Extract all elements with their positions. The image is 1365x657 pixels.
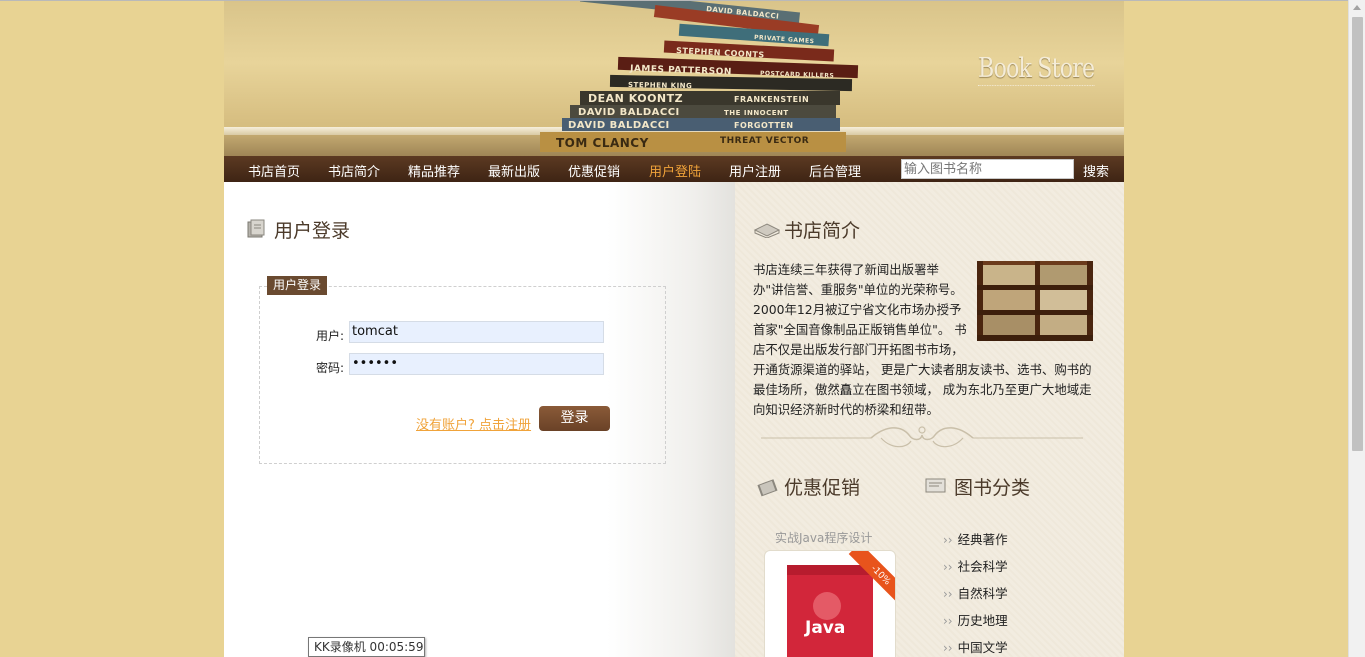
promo-title: 优惠促销 xyxy=(784,477,861,499)
bookshelf-image xyxy=(977,261,1093,341)
double-chevron-icon: ›› xyxy=(943,560,953,574)
scroll-up-icon[interactable] xyxy=(1353,5,1361,10)
nav-item-recommended[interactable]: 精品推荐 xyxy=(408,161,460,180)
recorder-overlay: KK录像机 00:05:59 xyxy=(308,637,425,657)
brand-logo: Book Store xyxy=(978,53,1095,86)
category-item[interactable]: ›› 历史地理 xyxy=(943,610,1008,629)
header-banner: DAVID BALDACCI PRIVATE GAMES STEPHEN COO… xyxy=(224,1,1124,156)
page-container: DAVID BALDACCI PRIVATE GAMES STEPHEN COO… xyxy=(224,1,1124,657)
nav-item-home[interactable]: 书店首页 xyxy=(248,161,300,180)
book-spine-label: DEAN KOONTZ xyxy=(588,92,683,105)
tag-icon xyxy=(757,479,778,497)
category-label: 自然科学 xyxy=(957,586,1008,601)
password-label: 密码: xyxy=(316,361,345,375)
main-nav: 书店首页 书店简介 精品推荐 最新出版 优惠促销 用户登陆 用户注册 后台管理 … xyxy=(224,156,1124,182)
login-form-legend: 用户登录 xyxy=(267,276,328,295)
book-spine-label: THREAT VECTOR xyxy=(720,136,809,146)
open-book-icon xyxy=(753,223,781,238)
login-button[interactable]: 登录 xyxy=(539,406,610,431)
promo-book-card[interactable]: Java -10% xyxy=(764,550,896,657)
folder-icon xyxy=(925,478,946,493)
double-chevron-icon: ›› xyxy=(943,641,953,655)
nav-item-promotions[interactable]: 优惠促销 xyxy=(568,161,620,180)
book-spine-label: FRANKENSTEIN xyxy=(734,95,809,104)
category-item[interactable]: ›› 经典著作 xyxy=(943,529,1008,548)
book-spine-label: TOM CLANCY xyxy=(556,136,649,150)
nav-item-admin[interactable]: 后台管理 xyxy=(809,161,861,180)
password-input[interactable]: •••••• xyxy=(349,353,604,375)
promo-book-cover: Java -10% xyxy=(787,551,895,657)
nav-item-register[interactable]: 用户注册 xyxy=(729,161,781,180)
nav-item-about[interactable]: 书店简介 xyxy=(328,161,380,180)
sidebar: 书店简介 书店连续三年获得了新闻出版署举办"讲信誉、重服务"单位的光荣称号。 2… xyxy=(735,182,1124,657)
promo-book-title[interactable]: 实战Java程序设计 xyxy=(775,529,907,546)
nav-item-login[interactable]: 用户登陆 xyxy=(649,161,701,180)
book-icon xyxy=(247,219,265,238)
intro-title: 书店简介 xyxy=(784,220,861,242)
nav-item-new-releases[interactable]: 最新出版 xyxy=(488,161,540,180)
category-label: 中国文学 xyxy=(957,640,1008,655)
double-chevron-icon: ›› xyxy=(943,533,953,547)
username-input[interactable]: tomcat xyxy=(349,321,604,343)
category-item[interactable]: ›› 社会科学 xyxy=(943,556,1008,575)
category-label: 经典著作 xyxy=(957,532,1008,547)
main-content: 用户登录 用户登录 用户: tomcat 密码: •••••• 没有账户? 点击… xyxy=(224,182,735,657)
ornament-divider xyxy=(761,426,1083,448)
search-input[interactable] xyxy=(901,159,1074,179)
promo-book-cover-text: Java xyxy=(804,618,845,638)
scrollbar-thumb[interactable] xyxy=(1352,17,1363,451)
page-title: 用户登录 xyxy=(274,220,351,242)
book-spine-label: FORGOTTEN xyxy=(734,121,794,130)
book-spine-label: STEPHEN KING xyxy=(628,81,692,90)
username-label: 用户: xyxy=(316,329,345,343)
category-label: 历史地理 xyxy=(957,613,1008,628)
double-chevron-icon: ›› xyxy=(943,587,953,601)
book-spine-label: DAVID BALDACCI xyxy=(578,107,680,118)
category-item[interactable]: ›› 中国文学 xyxy=(943,637,1008,656)
intro-text-block: 书店连续三年获得了新闻出版署举办"讲信誉、重服务"单位的光荣称号。 2000年1… xyxy=(753,260,1093,420)
book-spine-label: THE INNOCENT xyxy=(724,109,789,117)
category-title: 图书分类 xyxy=(954,477,1031,499)
category-item[interactable]: ›› 自然科学 xyxy=(943,583,1008,602)
category-label: 社会科学 xyxy=(957,559,1008,574)
search-button[interactable]: 搜索 xyxy=(1083,161,1109,180)
book-spine-label: DAVID BALDACCI xyxy=(568,120,670,131)
vertical-scrollbar[interactable] xyxy=(1348,0,1365,657)
register-link[interactable]: 没有账户? 点击注册 xyxy=(416,414,531,433)
double-chevron-icon: ›› xyxy=(943,614,953,628)
